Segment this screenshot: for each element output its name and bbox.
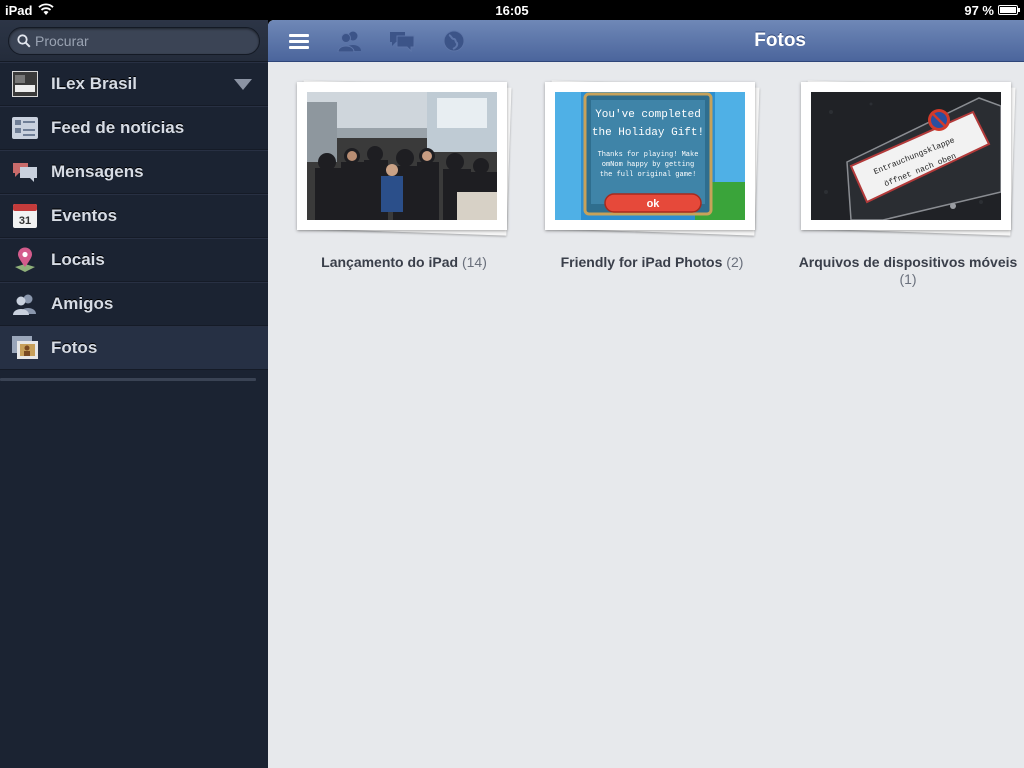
main-content: Fotos Lançamento do iPad (14) You've com…	[268, 20, 1024, 768]
search-field[interactable]	[8, 27, 260, 55]
news-feed-icon	[12, 115, 38, 141]
profile-thumbnail-icon	[12, 71, 38, 97]
chevron-down-icon[interactable]	[234, 79, 252, 90]
sidebar-item-profile[interactable]: ILex Brasil	[0, 62, 268, 106]
album-thumbnail: Entrauchungsklappe öffnet nach oben	[811, 92, 1001, 220]
calendar-icon: 31	[12, 203, 38, 229]
sidebar: ILex Brasil Feed de notícias Mensagens 3…	[0, 20, 268, 768]
sidebar-item-photos[interactable]: Fotos	[0, 326, 268, 370]
photo-frame: Entrauchungsklappe öffnet nach oben	[801, 82, 1011, 230]
page-title: Fotos	[754, 30, 806, 51]
notifications-globe-icon[interactable]	[440, 28, 468, 54]
battery-icon	[998, 5, 1020, 15]
image-text-line: Thanks for playing! Make	[598, 151, 699, 159]
album-card[interactable]: Entrauchungsklappe öffnet nach oben Arqu…	[788, 80, 1024, 288]
album-name: Lançamento do iPad	[321, 254, 459, 270]
status-bar: iPad 16:05 97 %	[0, 0, 1024, 20]
calendar-icon-date: 31	[19, 215, 31, 227]
map-pin-icon	[12, 247, 38, 273]
album-caption[interactable]: Arquivos de dispositivos móveis (1)	[788, 254, 1024, 288]
image-text-line: You've completed	[595, 109, 701, 121]
album-thumbnail: You've completed the Holiday Gift! Thank…	[555, 92, 745, 220]
navigation-bar: Fotos	[268, 20, 1024, 62]
sidebar-menu: ILex Brasil Feed de notícias Mensagens 3…	[0, 62, 268, 370]
sidebar-item-label: Feed de notícias	[51, 118, 185, 137]
album-caption[interactable]: Friendly for iPad Photos (2)	[532, 254, 772, 271]
album-count: (1)	[899, 271, 917, 287]
sidebar-item-label: Amigos	[51, 294, 114, 313]
sidebar-divider	[0, 378, 256, 381]
photos-icon	[12, 335, 38, 361]
clock: 16:05	[495, 3, 529, 18]
search-icon	[17, 34, 31, 48]
sidebar-item-label: Eventos	[51, 206, 118, 225]
album-name: Friendly for iPad Photos	[560, 254, 723, 270]
album-cover[interactable]: Entrauchungsklappe öffnet nach oben	[801, 80, 1016, 236]
sidebar-item-events[interactable]: 31 Eventos	[0, 194, 268, 238]
sidebar-item-news-feed[interactable]: Feed de notícias	[0, 106, 268, 150]
search-bar	[0, 20, 268, 62]
album-cover[interactable]: You've completed the Holiday Gift! Thank…	[545, 80, 760, 236]
album-count: (14)	[461, 254, 487, 270]
image-text-line: the Holiday Gift!	[592, 127, 704, 139]
album-card[interactable]: Lançamento do iPad (14)	[284, 80, 524, 271]
sidebar-item-label: ILex Brasil	[51, 74, 137, 93]
album-name: Arquivos de dispositivos móveis	[798, 254, 1018, 270]
image-text-line: ok	[647, 198, 661, 210]
friends-icon	[12, 291, 38, 317]
album-cover[interactable]	[297, 80, 512, 236]
photo-frame	[297, 82, 507, 230]
friend-requests-icon[interactable]	[336, 28, 364, 54]
sidebar-item-friends[interactable]: Amigos	[0, 282, 268, 326]
menu-icon[interactable]	[285, 28, 313, 54]
image-text-line: the full original game!	[600, 171, 697, 179]
album-count: (2)	[726, 254, 744, 270]
battery-percentage: 97 %	[964, 3, 994, 18]
sidebar-item-places[interactable]: Locais	[0, 238, 268, 282]
sidebar-item-label: Mensagens	[51, 162, 144, 181]
album-card[interactable]: You've completed the Holiday Gift! Thank…	[532, 80, 772, 271]
album-thumbnail	[307, 92, 497, 220]
album-caption[interactable]: Lançamento do iPad (14)	[284, 254, 524, 271]
messages-icon[interactable]	[388, 28, 416, 54]
photo-frame: You've completed the Holiday Gift! Thank…	[545, 82, 755, 230]
search-input[interactable]	[35, 31, 245, 51]
sidebar-item-messages[interactable]: Mensagens	[0, 150, 268, 194]
image-text-line: omNom happy by getting	[602, 161, 694, 169]
sidebar-item-label: Locais	[51, 250, 105, 269]
sidebar-item-label: Fotos	[51, 338, 98, 357]
messages-icon	[12, 159, 38, 185]
